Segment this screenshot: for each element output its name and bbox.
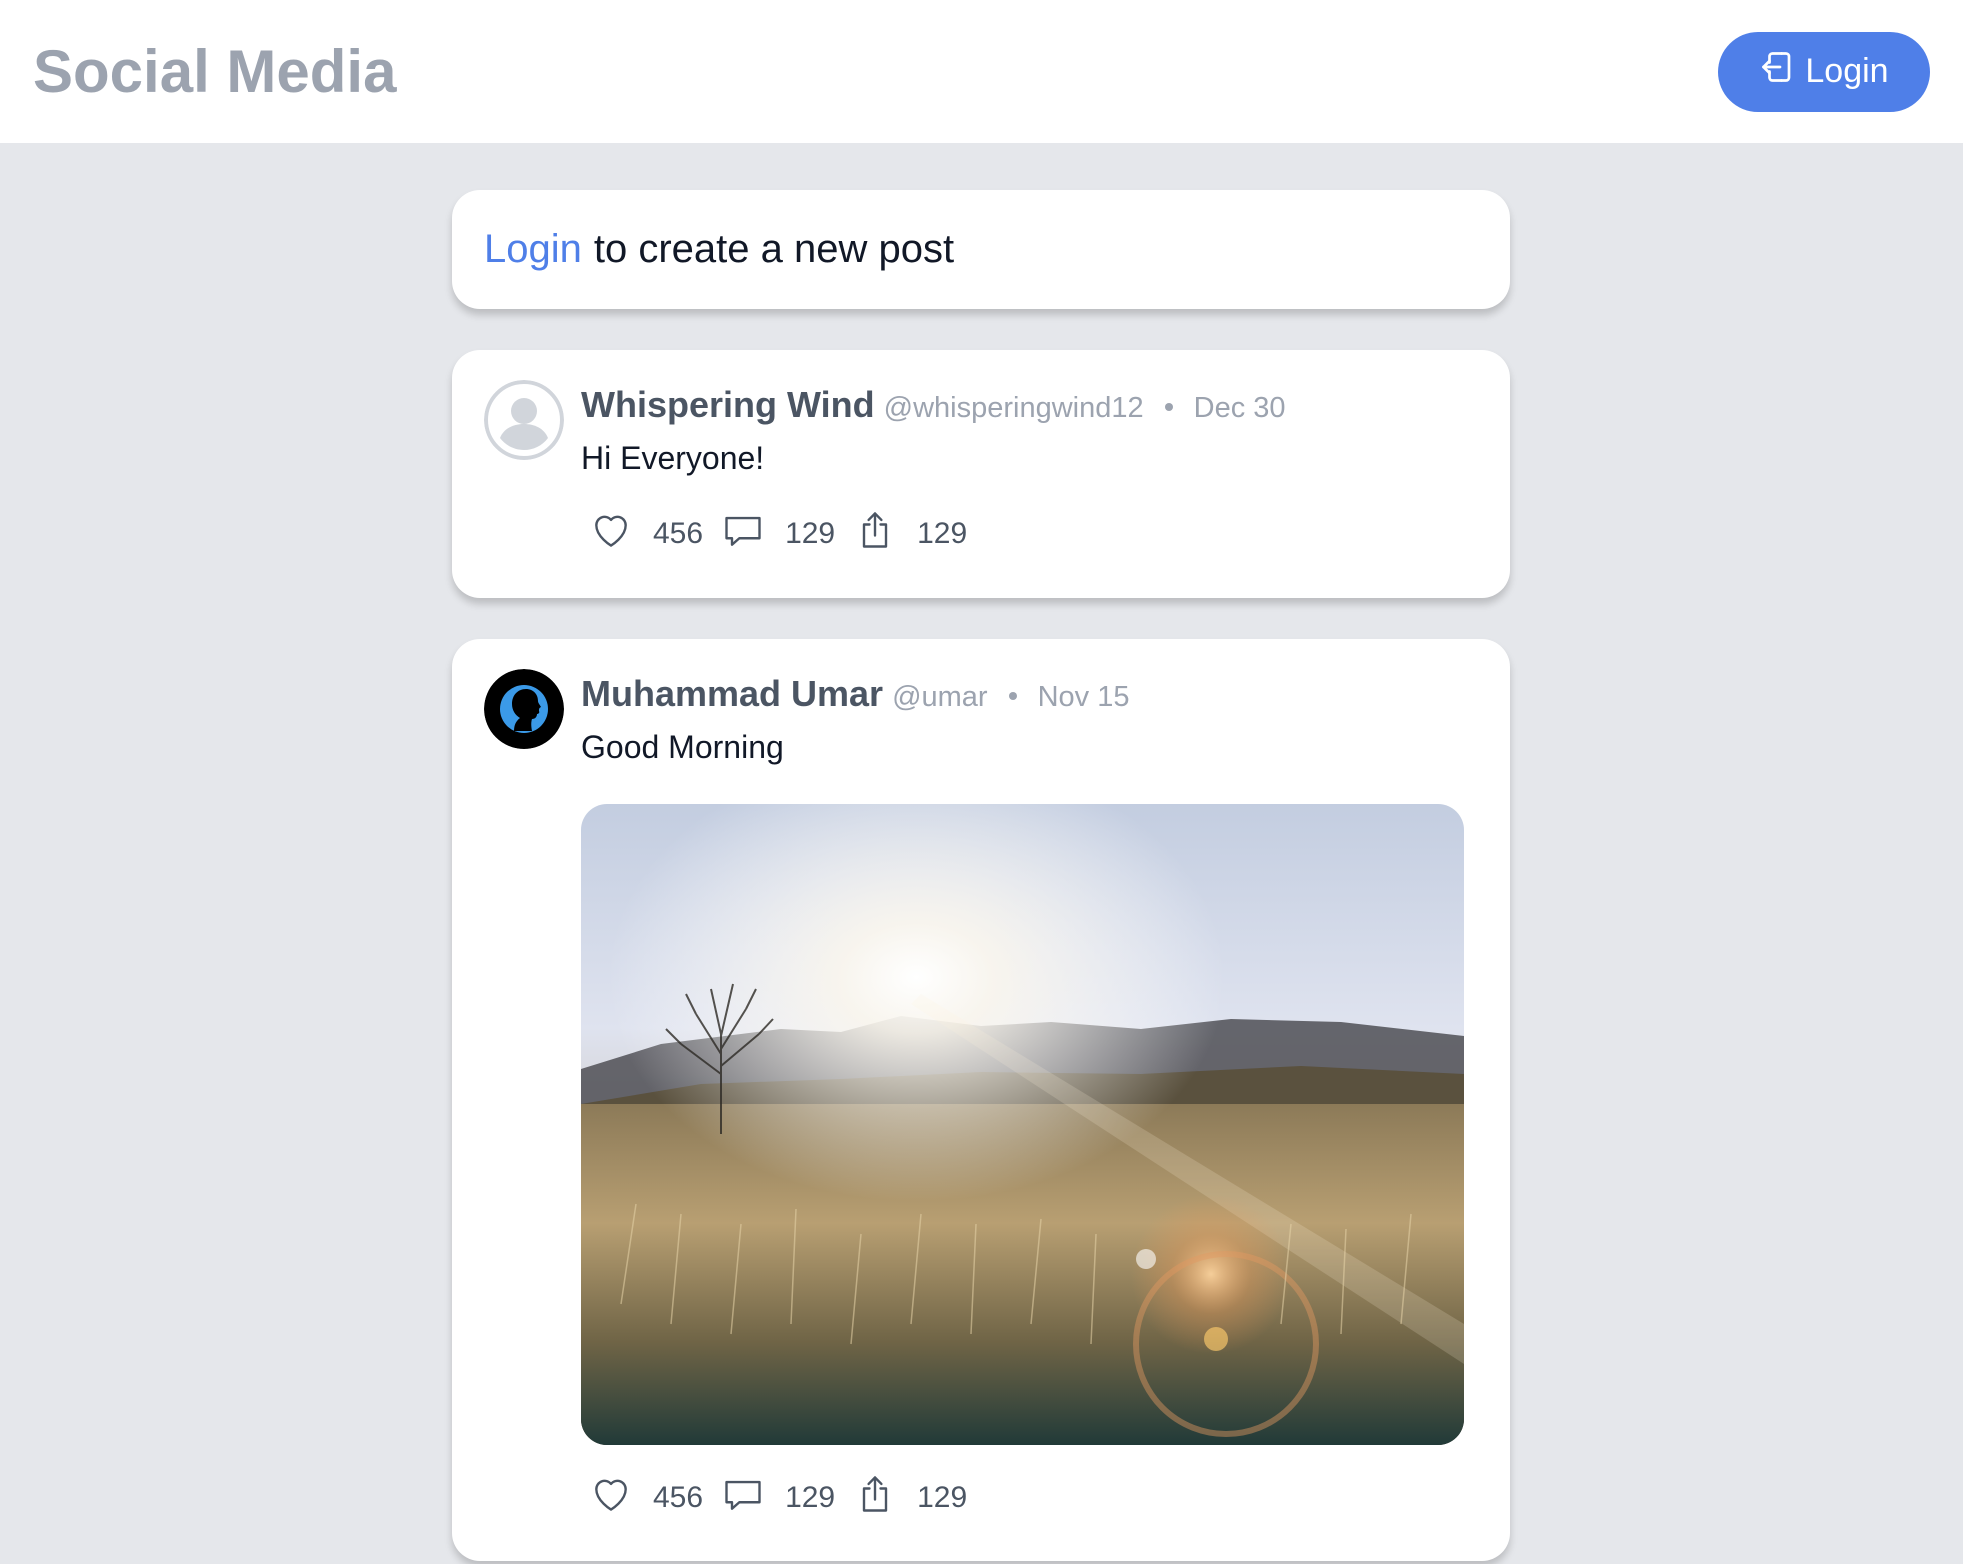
post-author[interactable]: Muhammad Umar [581,673,883,715]
share-count: 129 [917,517,968,550]
app-title: Social Media [33,38,397,105]
default-user-icon[interactable] [484,380,564,460]
silhouette-avatar[interactable] [484,669,564,749]
like-button[interactable]: 456 [589,508,721,560]
share-count: 129 [917,1481,968,1514]
like-count: 456 [653,517,704,550]
post-card: Whispering Wind @whisperingwind12 Dec 30… [452,350,1510,598]
post-date: Dec 30 [1193,392,1286,424]
post-card: Muhammad Umar @umar Nov 15 Good Morning [452,639,1510,1561]
post-actions: 456 129 129 [589,508,1478,560]
share-button[interactable]: 129 [853,1472,985,1524]
app-root: Social Media Login Login to create a new… [0,0,1966,1564]
comment-count: 129 [785,517,836,550]
post-actions: 456 129 129 [589,1472,1478,1524]
login-button[interactable]: Login [1718,31,1930,112]
share-icon [853,1472,897,1524]
comment-button[interactable]: 129 [721,508,853,560]
compose-prompt-text: to create a new post [593,227,955,271]
login-button-label: Login [1805,52,1889,90]
post-author[interactable]: Whispering Wind [581,384,875,426]
compose-login-link[interactable]: Login [484,227,582,272]
separator-dot [1164,403,1173,411]
login-icon [1759,49,1795,94]
heart-icon [589,1472,633,1524]
top-bar: Social Media Login [0,0,1963,143]
comment-count: 129 [785,1481,836,1514]
comment-button[interactable]: 129 [721,1472,853,1524]
feed: Login to create a new post Whispering Wi… [452,190,1510,1561]
sunrise-field-photo[interactable] [581,804,1464,1445]
heart-icon [589,508,633,560]
post-handle: @umar [892,681,988,713]
post-handle: @whisperingwind12 [883,392,1144,424]
separator-dot [1008,692,1017,700]
like-count: 456 [653,1481,704,1514]
post-content: Hi Everyone! [581,440,765,476]
share-icon [853,508,897,560]
comment-icon [721,1472,765,1524]
like-button[interactable]: 456 [589,1472,721,1524]
post-content: Good Morning [581,729,784,765]
compose-prompt: Login to create a new post [452,190,1510,309]
comment-icon [721,508,765,560]
share-button[interactable]: 129 [853,508,985,560]
post-date: Nov 15 [1037,681,1130,713]
